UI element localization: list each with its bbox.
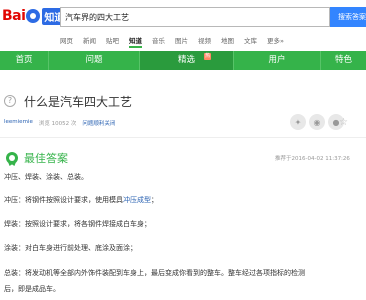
hot-badge: 热: [204, 53, 211, 60]
favorite-star-icon[interactable]: ☆: [339, 117, 348, 128]
header: Bai 知道 搜索答案: [0, 0, 366, 32]
weibo-share-icon[interactable]: ◉: [309, 114, 325, 130]
main-nav-bar: 首页 问题 精选 热 用户 特色: [0, 51, 366, 70]
logo-text: Bai: [2, 8, 26, 24]
question-icon: ?: [4, 95, 16, 107]
nav-zhidao[interactable]: 知道: [129, 34, 142, 48]
nav-more[interactable]: 更多»: [267, 34, 284, 48]
answer-paragraph: 冲压：将钢件按照设计要求，使用模具冲压成型；: [4, 195, 158, 206]
wechat-share-icon[interactable]: ✦: [290, 114, 306, 130]
answer-paragraph: 焊装：按照设计要求，将各钢件焊接成白车身；: [4, 220, 151, 228]
main-nav-users[interactable]: 用户: [234, 51, 320, 70]
nav-wenku[interactable]: 文库: [244, 34, 257, 48]
best-answer-title: 最佳答案: [24, 152, 68, 165]
category-nav: 网页 新闻 贴吧 知道 音乐 图片 视频 地图 文库 更多»: [60, 34, 294, 48]
answer-paragraph: 冲压、焊装、涂装、总装。: [4, 173, 88, 181]
nav-news[interactable]: 新闻: [83, 34, 96, 48]
question-user[interactable]: leemiemie: [4, 119, 33, 127]
search-button[interactable]: 搜索答案: [330, 7, 366, 27]
question-similar-link[interactable]: 问题顺利关闭: [82, 119, 115, 127]
main-nav-home[interactable]: 首页: [0, 51, 48, 70]
main-nav-featured-label: 精选: [177, 55, 195, 65]
main-nav-featured[interactable]: 精选 热: [140, 51, 233, 70]
answer-text: ；: [151, 196, 158, 204]
answer-timestamp: 推荐于2016-04-02 11:37:26: [275, 156, 350, 162]
search-input[interactable]: [60, 7, 330, 27]
nav-web[interactable]: 网页: [60, 34, 73, 48]
answer-paragraph: 总装：将发动机等全部内外饰件装配到车身上，最后变成你看到的整车。整车经过各项指标…: [4, 269, 305, 277]
nav-tieba[interactable]: 贴吧: [106, 34, 119, 48]
answer-text: 冲压：将钢件按照设计要求，使用模具: [4, 196, 123, 204]
question-views: 浏览 10052 次: [38, 121, 77, 127]
best-answer-medal-icon: [6, 152, 18, 164]
nav-music[interactable]: 音乐: [152, 34, 165, 48]
answer-paragraph: 涂装：对白车身进行前处理、底涂及面涂；: [4, 244, 137, 252]
main-nav-questions[interactable]: 问题: [49, 51, 139, 70]
question-title: 什么是汽车四大工艺: [24, 95, 133, 109]
question-meta: leemiemie 浏览 10052 次 问题顺利关闭: [4, 119, 121, 127]
nav-images[interactable]: 图片: [175, 34, 188, 48]
nav-video[interactable]: 视频: [198, 34, 211, 48]
section-divider: [0, 137, 366, 138]
nav-map[interactable]: 地图: [221, 34, 234, 48]
baidu-zhidao-logo[interactable]: Bai 知道: [2, 5, 67, 27]
stamping-link[interactable]: 冲压成型: [123, 196, 151, 204]
main-nav-special[interactable]: 特色: [321, 51, 366, 70]
answer-paragraph: 后，即是成品车。: [4, 285, 60, 293]
paw-icon: [26, 9, 41, 23]
